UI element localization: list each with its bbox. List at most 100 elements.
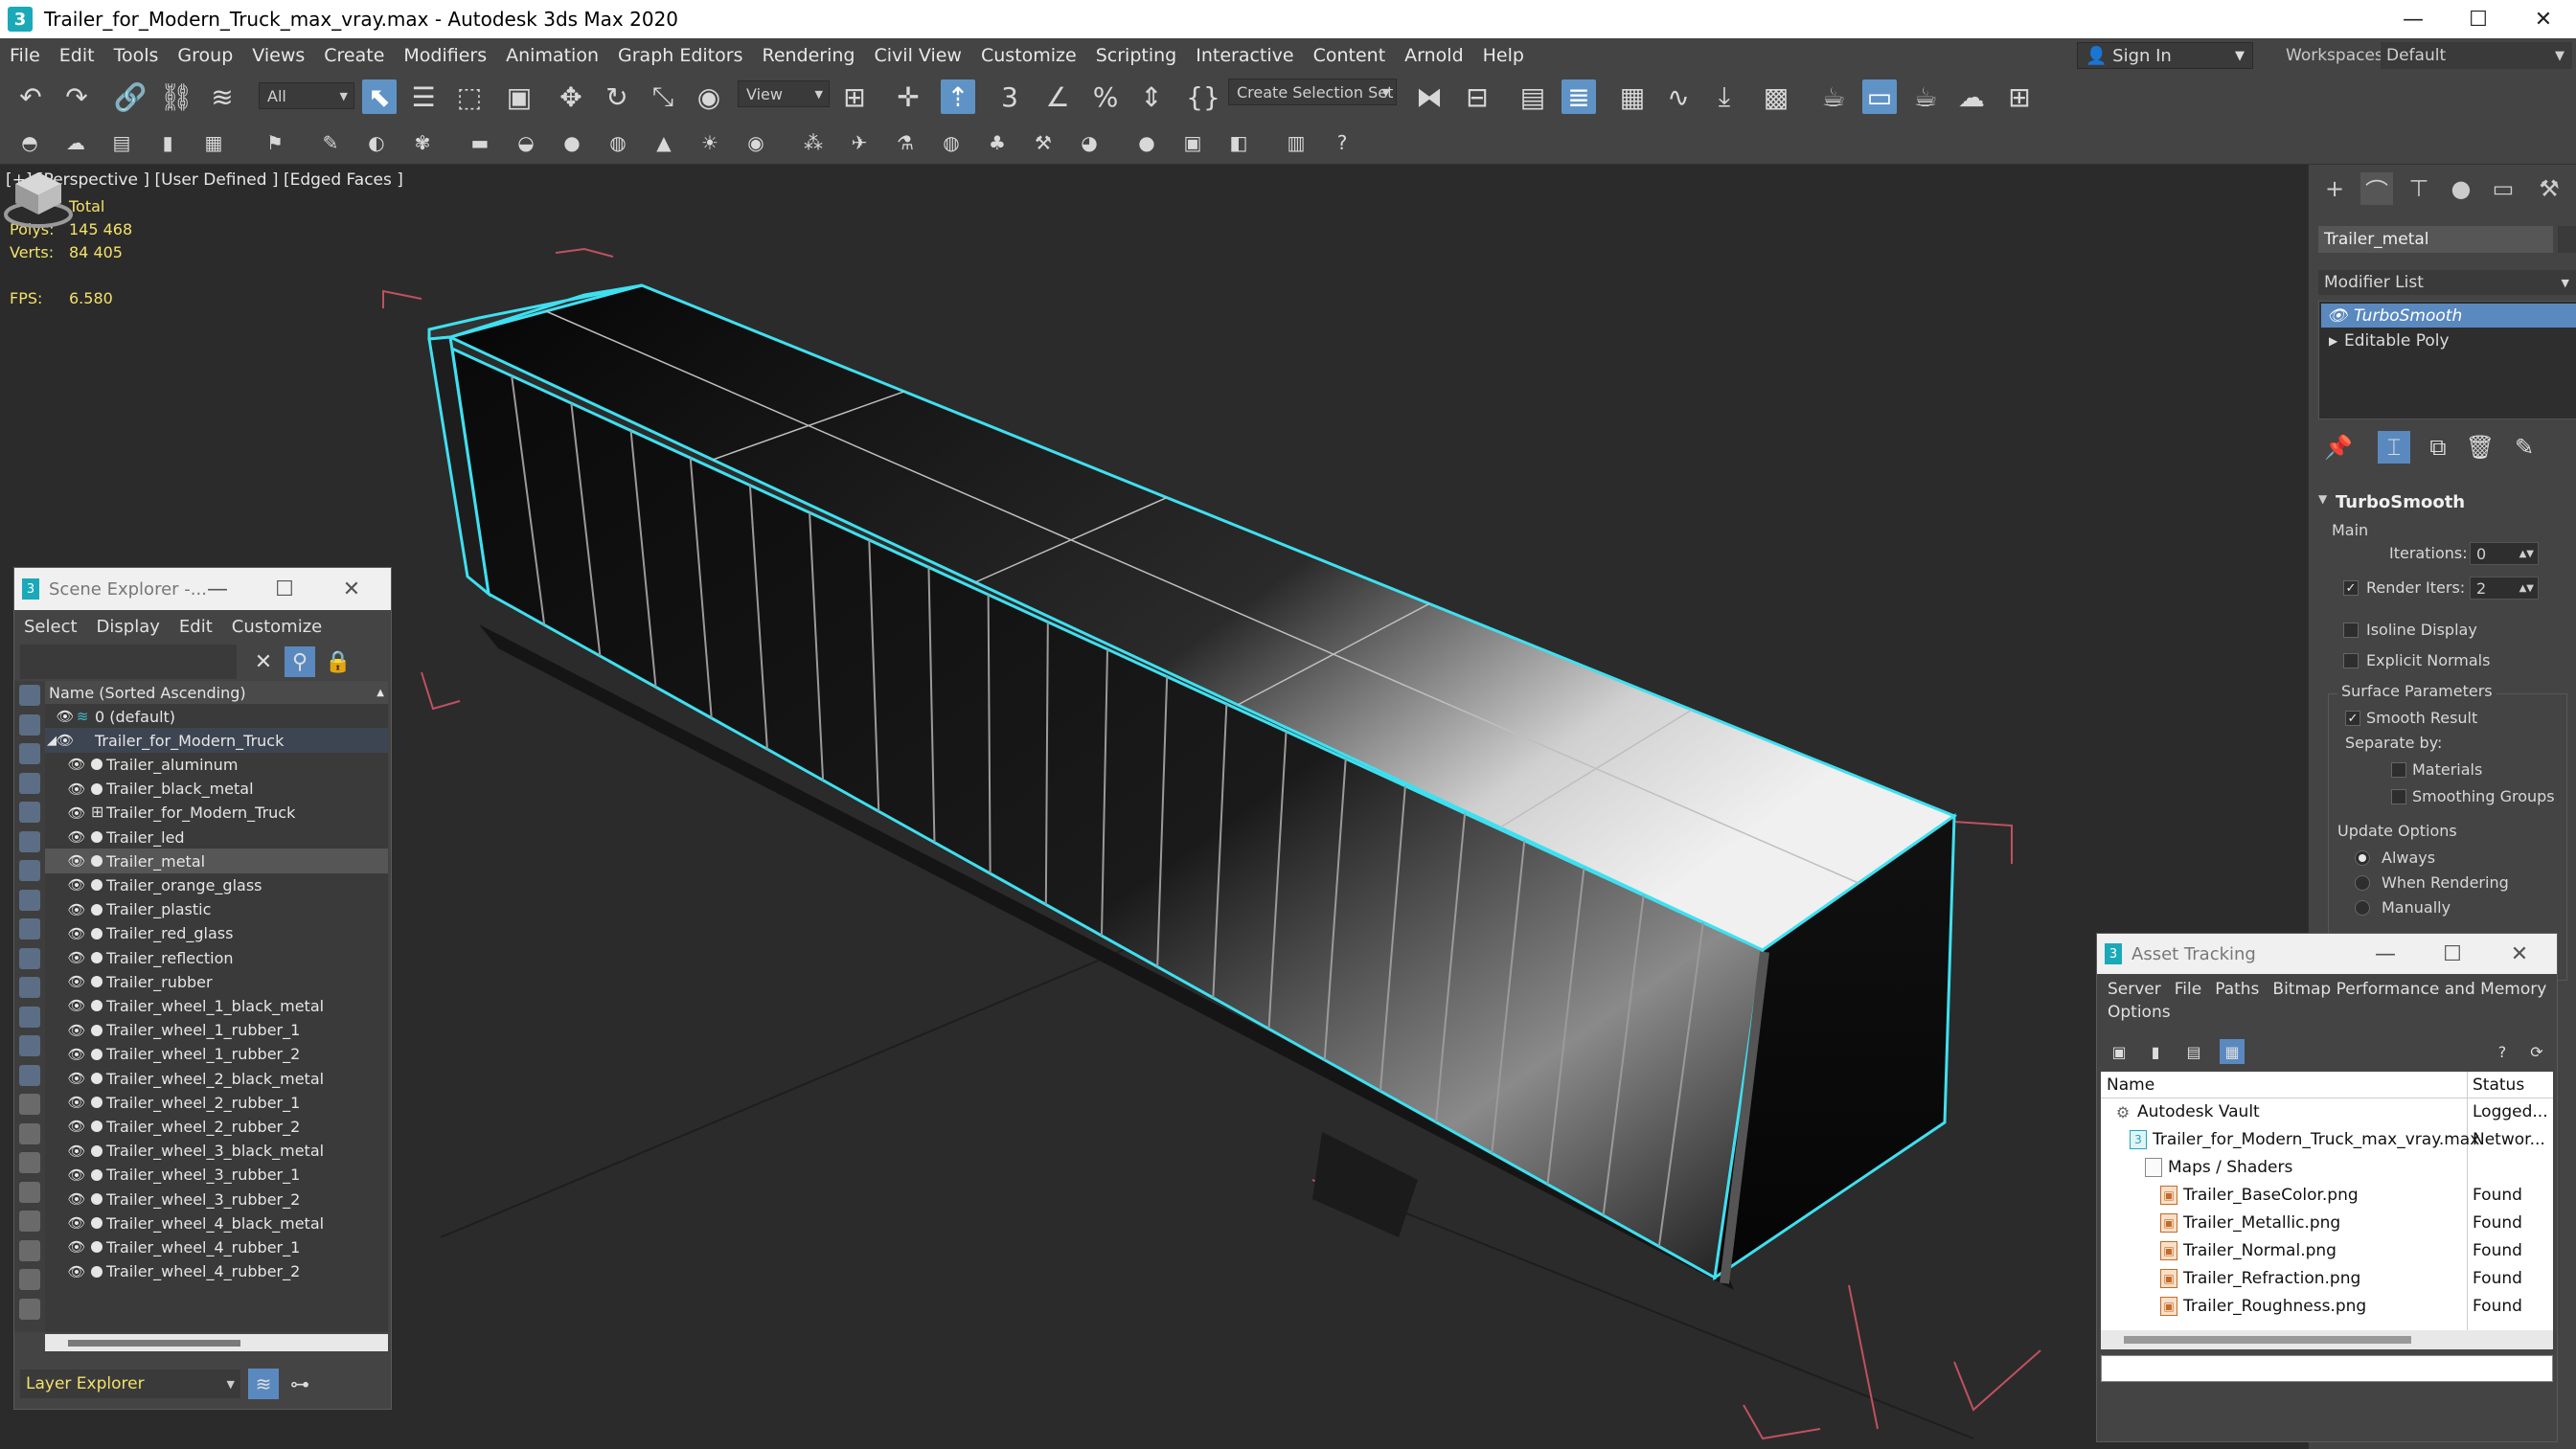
object-row[interactable]: 👁 Trailer_wheel_2_black_metal [45, 1066, 388, 1091]
bind-to-space-warp-icon[interactable]: ≋ [205, 79, 239, 114]
minimize-button[interactable]: — [2352, 942, 2419, 966]
object-row[interactable]: 👁 Trailer_reflection [45, 945, 388, 970]
vray-material-icon[interactable]: ● [1132, 128, 1161, 157]
object-name-field[interactable]: Trailer_metal [2318, 226, 2553, 253]
close-button[interactable]: ✕ [2511, 0, 2576, 38]
stack-item-turbosmooth[interactable]: 👁 TurboSmooth [2321, 304, 2576, 328]
align-icon[interactable]: ⊟ [1460, 79, 1494, 114]
display-all-icon[interactable] [19, 1064, 40, 1086]
motion-tab-icon[interactable]: ● [2445, 172, 2477, 205]
menu-file[interactable]: File [0, 45, 50, 66]
eye-icon[interactable]: 👁 [66, 1190, 87, 1208]
asset-grid-scrollbar[interactable] [2101, 1330, 2553, 1349]
menu-graph-editors[interactable]: Graph Editors [608, 45, 752, 66]
display-invert-icon[interactable] [19, 1122, 40, 1144]
asset-row[interactable]: Maps / Shaders [2101, 1154, 2553, 1182]
menu-arnold[interactable]: Arnold [1395, 45, 1472, 66]
vray-ies-icon[interactable]: ▲ [650, 128, 678, 157]
display-containers-icon[interactable] [19, 977, 40, 998]
select-and-link-icon[interactable]: 🔗 [113, 79, 148, 114]
layer-explorer-icon[interactable]: ≋ [248, 1369, 279, 1399]
select-and-scale-icon[interactable]: ⤡ [646, 79, 680, 114]
filter-icon[interactable]: ⚲ [285, 646, 315, 677]
sign-in-dropdown[interactable]: 👤 Sign In ▼ [2077, 42, 2253, 69]
eye-icon[interactable]: 👁 [66, 1094, 87, 1111]
undo-icon[interactable]: ↶ [13, 79, 48, 114]
vray-proxy-icon[interactable]: ◐ [362, 128, 391, 157]
vray-sun-icon[interactable]: ☀ [695, 128, 724, 157]
object-row[interactable]: 👁 Trailer_red_glass [45, 921, 388, 946]
vray-plant-icon[interactable]: ♣ [983, 128, 1012, 157]
make-unique-icon[interactable]: ⧉ [2422, 431, 2454, 464]
asset-tracking-titlebar[interactable]: 3 Asset Tracking — ☐ ✕ [2097, 934, 2557, 974]
vray-lister-icon[interactable]: ▣ [1178, 128, 1207, 157]
object-row[interactable]: 👁 Trailer_wheel_3_rubber_2 [45, 1187, 388, 1211]
vray-dome-icon[interactable]: ◒ [512, 128, 540, 157]
expand-arrow-icon[interactable]: ▶ [2329, 334, 2337, 348]
rendered-frame-window-icon[interactable]: ▭ [1862, 79, 1897, 114]
at-menu-server[interactable]: Server [2101, 978, 2168, 1001]
object-row[interactable]: 👁 Trailer_wheel_2_rubber_2 [45, 1114, 388, 1139]
scene-explorer-titlebar[interactable]: 3 Scene Explorer -... — ☐ ✕ [14, 568, 391, 610]
eye-icon[interactable]: 👁 [66, 997, 87, 1014]
display-frozen-icon[interactable] [19, 1006, 40, 1028]
object-row[interactable]: 👁 Trailer_wheel_1_rubber_2 [45, 1042, 388, 1067]
layer-toggle-icon[interactable] [19, 1298, 40, 1320]
eye-icon[interactable]: 👁 [66, 1070, 87, 1087]
at-menu-file[interactable]: File [2168, 978, 2208, 1001]
menu-tools[interactable]: Tools [104, 45, 169, 66]
reference-coordinate-select[interactable]: View ▼ [738, 80, 830, 107]
vray-tool-icon[interactable]: ✎ [316, 128, 345, 157]
select-and-move-icon[interactable]: ✥ [554, 79, 588, 114]
curve-editor-icon[interactable]: ∿ [1661, 79, 1696, 114]
stack-item-editable-poly[interactable]: ▶ Editable Poly [2321, 328, 2576, 352]
asset-row[interactable]: ▣ Trailer_BaseColor.png Found [2101, 1182, 2553, 1210]
eye-icon[interactable]: 👁 [2327, 306, 2348, 326]
configure-modifier-sets-icon[interactable]: ✎ [2508, 431, 2541, 464]
object-row[interactable]: 👁 Trailer_wheel_1_rubber_1 [45, 1018, 388, 1043]
render-production-icon[interactable]: ☕ [1908, 79, 1943, 114]
menu-group[interactable]: Group [168, 45, 242, 66]
vray-decal-icon[interactable]: ⚒ [1029, 128, 1058, 157]
eye-icon[interactable]: 👁 [66, 1214, 87, 1232]
object-row[interactable]: 👁 Trailer_rubber [45, 969, 388, 994]
asset-row[interactable]: ▣ Trailer_Refraction.png Found [2101, 1265, 2553, 1293]
local-file-icon[interactable]: ▮ [2143, 1039, 2168, 1064]
menu-animation[interactable]: Animation [496, 45, 608, 66]
scrollbar-thumb[interactable] [2124, 1336, 2411, 1344]
minimize-button[interactable]: — [184, 577, 251, 601]
display-influences-icon[interactable] [19, 1181, 40, 1203]
object-row[interactable]: 👁 Trailer_wheel_1_black_metal [45, 993, 388, 1018]
vray-physical-camera-icon[interactable]: ⚗ [891, 128, 920, 157]
maximize-button[interactable]: ☐ [251, 577, 318, 601]
spinner-snap-icon[interactable]: ⇕ [1134, 79, 1169, 114]
render-iters-spinner[interactable]: 2 ▲▼ [2470, 577, 2539, 600]
maximize-button[interactable]: ☐ [2419, 942, 2486, 966]
selection-filter-select[interactable]: All ▼ [259, 82, 354, 109]
asset-row[interactable]: ▣ Trailer_Metallic.png Found [2101, 1210, 2553, 1237]
object-row[interactable]: 👁 ⊞ Trailer_for_Modern_Truck [45, 801, 388, 826]
pin-stack-icon[interactable]: 📌 [2322, 431, 2355, 464]
object-row[interactable]: 👁 Trailer_plastic [45, 897, 388, 922]
object-row[interactable]: 👁 Trailer_wheel_2_rubber_1 [45, 1090, 388, 1115]
render-iters-checkbox[interactable]: ✓ [2343, 580, 2359, 596]
mirror-icon[interactable]: ⧓ [1412, 79, 1447, 114]
eye-icon[interactable]: 👁 [66, 756, 87, 773]
schematic-view-icon[interactable]: ⤓ [1707, 79, 1742, 114]
eye-icon[interactable]: 👁 [66, 828, 87, 846]
asset-row[interactable]: ▣ Trailer_Roughness.png Found [2101, 1293, 2553, 1321]
filter-toggle-icon[interactable] [19, 1211, 40, 1232]
keyboard-shortcut-override-icon[interactable]: ⇡ [941, 79, 975, 114]
menu-create[interactable]: Create [314, 45, 394, 66]
object-row[interactable]: 👁 Trailer_led [45, 825, 388, 849]
asset-row[interactable]: ▣ Trailer_Normal.png Found [2101, 1237, 2553, 1265]
isoline-display-checkbox[interactable] [2343, 623, 2359, 638]
close-button[interactable]: ✕ [2486, 942, 2553, 966]
help-icon[interactable]: ? [2490, 1039, 2515, 1064]
create-selection-set-select[interactable]: Create Selection Set ▼ [1228, 79, 1397, 105]
vray-particles-icon[interactable]: ⁂ [799, 128, 828, 157]
display-children-icon[interactable] [19, 1152, 40, 1173]
material-editor-icon[interactable]: ▩ [1759, 79, 1793, 114]
at-menu-bitmap-performance[interactable]: Bitmap Performance and Memory [2266, 978, 2553, 1001]
display-shapes-icon[interactable] [19, 743, 40, 764]
